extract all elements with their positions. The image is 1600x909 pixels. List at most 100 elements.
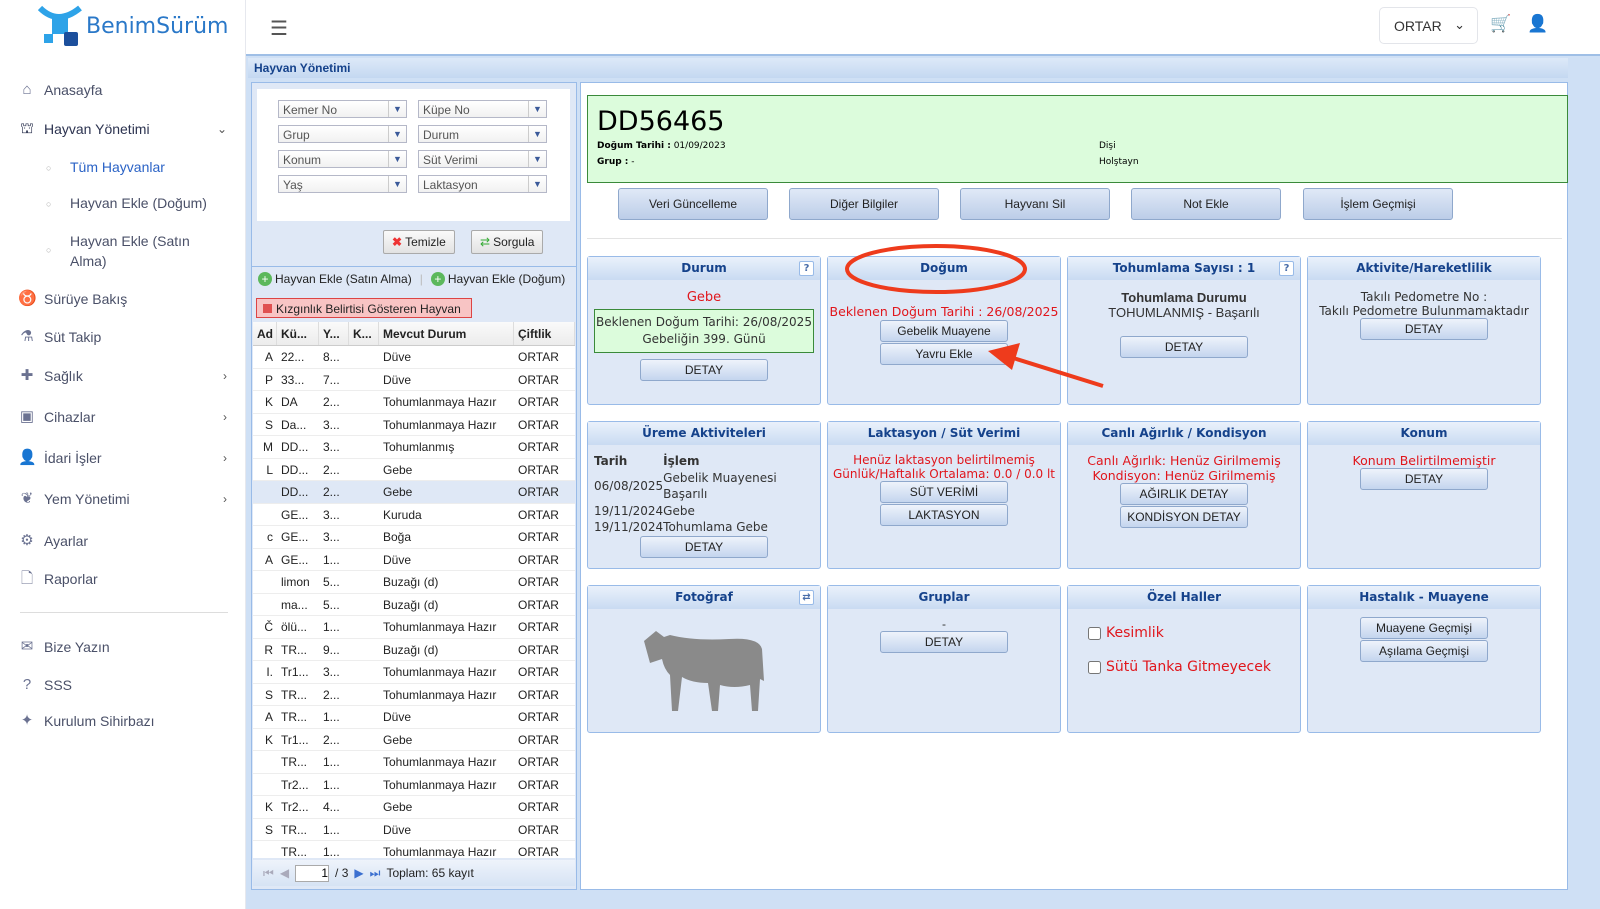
table-row[interactable]: P 33... 7... Düve ORTAR bbox=[253, 369, 575, 391]
col-ciftlik[interactable]: Çiftlik bbox=[514, 322, 575, 345]
user-icon[interactable]: 👤 bbox=[1527, 14, 1548, 34]
first-page-icon[interactable]: ⏮ bbox=[263, 866, 274, 881]
table-row[interactable]: Tr2... 1... Tohumlanmaya Hazır ORTAR bbox=[253, 774, 575, 796]
page-input[interactable] bbox=[295, 864, 330, 882]
sidebar-item-anasayfa[interactable]: ⌂ Anasayfa bbox=[18, 81, 233, 99]
sidebar-item-yem-yonetimi[interactable]: ❦ Yem Yönetimi › bbox=[18, 490, 233, 508]
sidebar-item-cihazlar[interactable]: ▣ Cihazlar › bbox=[18, 408, 233, 426]
checkbox[interactable] bbox=[1088, 626, 1101, 640]
filter-konum[interactable]: Konum ▼ bbox=[278, 150, 407, 168]
table-cell: R bbox=[264, 642, 273, 657]
location-detail-button[interactable]: DETAY bbox=[1360, 468, 1488, 490]
table-row[interactable]: Čölü... 1... Tohumlanmaya Hazır ORTAR bbox=[253, 616, 575, 639]
add-offspring-button[interactable]: Yavru Ekle bbox=[880, 343, 1008, 365]
table-row[interactable]: A GE... 1... Düve ORTAR bbox=[253, 549, 575, 571]
other-info-button[interactable]: Diğer Bilgiler bbox=[789, 188, 939, 220]
sidebar-subitem-tum-hayvanlar[interactable]: ○ Tüm Hayvanlar bbox=[46, 159, 165, 177]
table-cell bbox=[253, 594, 277, 616]
exam-history-button[interactable]: Muayene Geçmişi bbox=[1360, 617, 1488, 639]
sidebar-item-sss[interactable]: ? SSS bbox=[18, 676, 233, 694]
slaughter-checkbox[interactable]: Kesimlik bbox=[1088, 625, 1300, 641]
col-ad[interactable]: Ad bbox=[253, 322, 277, 345]
table-row[interactable]: L DD... 2... Gebe ORTAR bbox=[253, 459, 575, 481]
add-birth-link[interactable]: + Hayvan Ekle (Doğum) bbox=[430, 271, 565, 286]
filter-durum[interactable]: Durum ▼ bbox=[418, 125, 547, 143]
hamburger-menu-icon[interactable]: ☰ bbox=[270, 16, 288, 41]
table-row[interactable]: TR... 1... Tohumlanmaya Hazır ORTAR bbox=[253, 751, 575, 774]
col-mevcut-durum[interactable]: Mevcut Durum bbox=[379, 322, 514, 345]
table-row[interactable]: limon 5... Buzağı (d) ORTAR bbox=[253, 571, 575, 594]
condition-detail-button[interactable]: KONDİSYON DETAY bbox=[1120, 506, 1248, 528]
table-row[interactable]: A TR... 1... Düve ORTAR bbox=[253, 706, 575, 729]
table-cell: TR... bbox=[281, 822, 307, 837]
clear-button[interactable]: ✖ Temizle bbox=[383, 230, 455, 254]
vaccination-history-button[interactable]: Aşılama Geçmişi bbox=[1360, 640, 1488, 662]
table-row[interactable]: GE... 3... Kuruda ORTAR bbox=[253, 504, 575, 526]
sidebar-subitem-hayvan-ekle-dogum[interactable]: ○ Hayvan Ekle (Doğum) bbox=[46, 195, 207, 213]
history-button[interactable]: İşlem Geçmişi bbox=[1303, 188, 1453, 220]
weight-detail-button[interactable]: AĞIRLIK DETAY bbox=[1120, 483, 1248, 505]
farm-selector[interactable]: ORTAR ⌄ bbox=[1379, 7, 1478, 44]
table-row[interactable]: S Da... 3... Tohumlanmaya Hazır ORTAR bbox=[253, 414, 575, 436]
sidebar-item-kurulum-sihirbazi[interactable]: ✦ Kurulum Sihirbazı bbox=[18, 712, 233, 730]
milk-yield-button[interactable]: SÜT VERİMİ bbox=[880, 481, 1008, 503]
insemination-detail-button[interactable]: DETAY bbox=[1120, 336, 1248, 358]
logo[interactable]: BenimSürüm bbox=[37, 4, 228, 48]
table-row[interactable]: M DD... 3... Tohumlanmış ORTAR bbox=[253, 436, 575, 459]
sidebar-item-sut-takip[interactable]: ⚗ Süt Takip bbox=[18, 328, 233, 346]
col-yas[interactable]: Y... bbox=[319, 322, 349, 345]
sidebar-item-bize-yazin[interactable]: ✉ Bize Yazın bbox=[18, 638, 233, 656]
table-row[interactable]: ma... 5... Buzağı (d) ORTAR bbox=[253, 594, 575, 616]
sidebar-subitem-hayvan-ekle-satin-alma[interactable]: ○ Hayvan Ekle (Satın Alma) bbox=[46, 231, 216, 271]
sidebar-item-idari-isler[interactable]: 👤 İdari İşler › bbox=[18, 449, 233, 467]
table-row[interactable]: K Tr1... 2... Gebe ORTAR bbox=[253, 729, 575, 751]
add-note-button[interactable]: Not Ekle bbox=[1131, 188, 1281, 220]
filter-kemer-no[interactable]: Kemer No ▼ bbox=[278, 100, 407, 118]
query-button[interactable]: ⇄ Sorgula bbox=[471, 230, 544, 254]
help-icon[interactable]: ? bbox=[1279, 261, 1294, 276]
table-row[interactable]: S TR... 2... Tohumlanmaya Hazır ORTAR bbox=[253, 684, 575, 706]
table-row[interactable]: R TR... 9... Buzağı (d) ORTAR bbox=[253, 639, 575, 661]
help-icon[interactable]: ? bbox=[799, 261, 814, 276]
add-purchase-link[interactable]: + Hayvan Ekle (Satın Alma) bbox=[258, 271, 412, 286]
filter-yas[interactable]: Yaş ▼ bbox=[278, 175, 407, 193]
table-row[interactable]: I. Tr1... 3... Tohumlanmaya Hazır ORTAR bbox=[253, 661, 575, 684]
pregnancy-exam-button[interactable]: Gebelik Muayene bbox=[880, 320, 1008, 342]
table-row[interactable]: TR... 1... Tohumlanmaya Hazır ORTAR bbox=[253, 841, 575, 858]
table-row[interactable]: c GE... 3... Boğa ORTAR bbox=[253, 526, 575, 549]
chevron-down-icon: ⌄ bbox=[1454, 17, 1465, 32]
filter-kupe-no[interactable]: Küpe No ▼ bbox=[418, 100, 547, 118]
groups-detail-button[interactable]: DETAY bbox=[880, 631, 1008, 653]
sidebar-item-hayvan-yonetimi[interactable]: ⛫ Hayvan Yönetimi ⌄ bbox=[18, 120, 233, 138]
table-row[interactable]: K DA 2... Tohumlanmaya Hazır ORTAR bbox=[253, 391, 575, 414]
refresh-icon[interactable]: ⇄ bbox=[799, 590, 814, 605]
col-k[interactable]: K... bbox=[349, 322, 379, 345]
delete-animal-button[interactable]: Hayvanı Sil bbox=[960, 188, 1110, 220]
durum-detail-button[interactable]: DETAY bbox=[640, 359, 768, 381]
sidebar-item-suruye-bakis[interactable]: ♉ Sürüye Bakış bbox=[18, 290, 233, 308]
table-row[interactable]: S TR... 1... Düve ORTAR bbox=[253, 819, 575, 841]
breeding-detail-button[interactable]: DETAY bbox=[640, 535, 768, 558]
table-row[interactable]: K Tr2... 4... Gebe ORTAR bbox=[253, 796, 575, 819]
next-page-icon[interactable]: ▶ bbox=[354, 866, 363, 880]
lactation-button[interactable]: LAKTASYON bbox=[880, 504, 1008, 526]
chevron-down-icon: ▼ bbox=[528, 176, 546, 192]
cart-icon[interactable]: 🛒 bbox=[1490, 14, 1511, 34]
milk-not-to-tank-checkbox[interactable]: Sütü Tanka Gitmeyecek bbox=[1088, 659, 1300, 675]
filter-laktasyon[interactable]: Laktasyon ▼ bbox=[418, 175, 547, 193]
update-data-button[interactable]: Veri Güncelleme bbox=[618, 188, 768, 220]
prev-page-icon[interactable]: ◀ bbox=[280, 866, 289, 880]
sidebar-item-ayarlar[interactable]: ⚙ Ayarlar bbox=[18, 532, 233, 550]
sidebar-item-raporlar[interactable]: 🗋 Raporlar bbox=[18, 570, 233, 588]
table-cell bbox=[349, 346, 379, 368]
col-kupe[interactable]: Kü... bbox=[277, 322, 319, 345]
filter-grup[interactable]: Grup ▼ bbox=[278, 125, 407, 143]
sidebar-item-saglik[interactable]: ✚ Sağlık › bbox=[18, 367, 233, 385]
chevron-down-icon: ⌄ bbox=[216, 122, 227, 136]
table-row[interactable]: DD... 2... Gebe ORTAR bbox=[253, 481, 575, 504]
last-page-icon[interactable]: ⏭ bbox=[370, 866, 381, 881]
checkbox[interactable] bbox=[1088, 660, 1101, 674]
table-row[interactable]: A 22... 8... Düve ORTAR bbox=[253, 346, 575, 369]
filter-sut-verimi[interactable]: Süt Verimi ▼ bbox=[418, 150, 547, 168]
activity-detail-button[interactable]: DETAY bbox=[1360, 318, 1488, 340]
